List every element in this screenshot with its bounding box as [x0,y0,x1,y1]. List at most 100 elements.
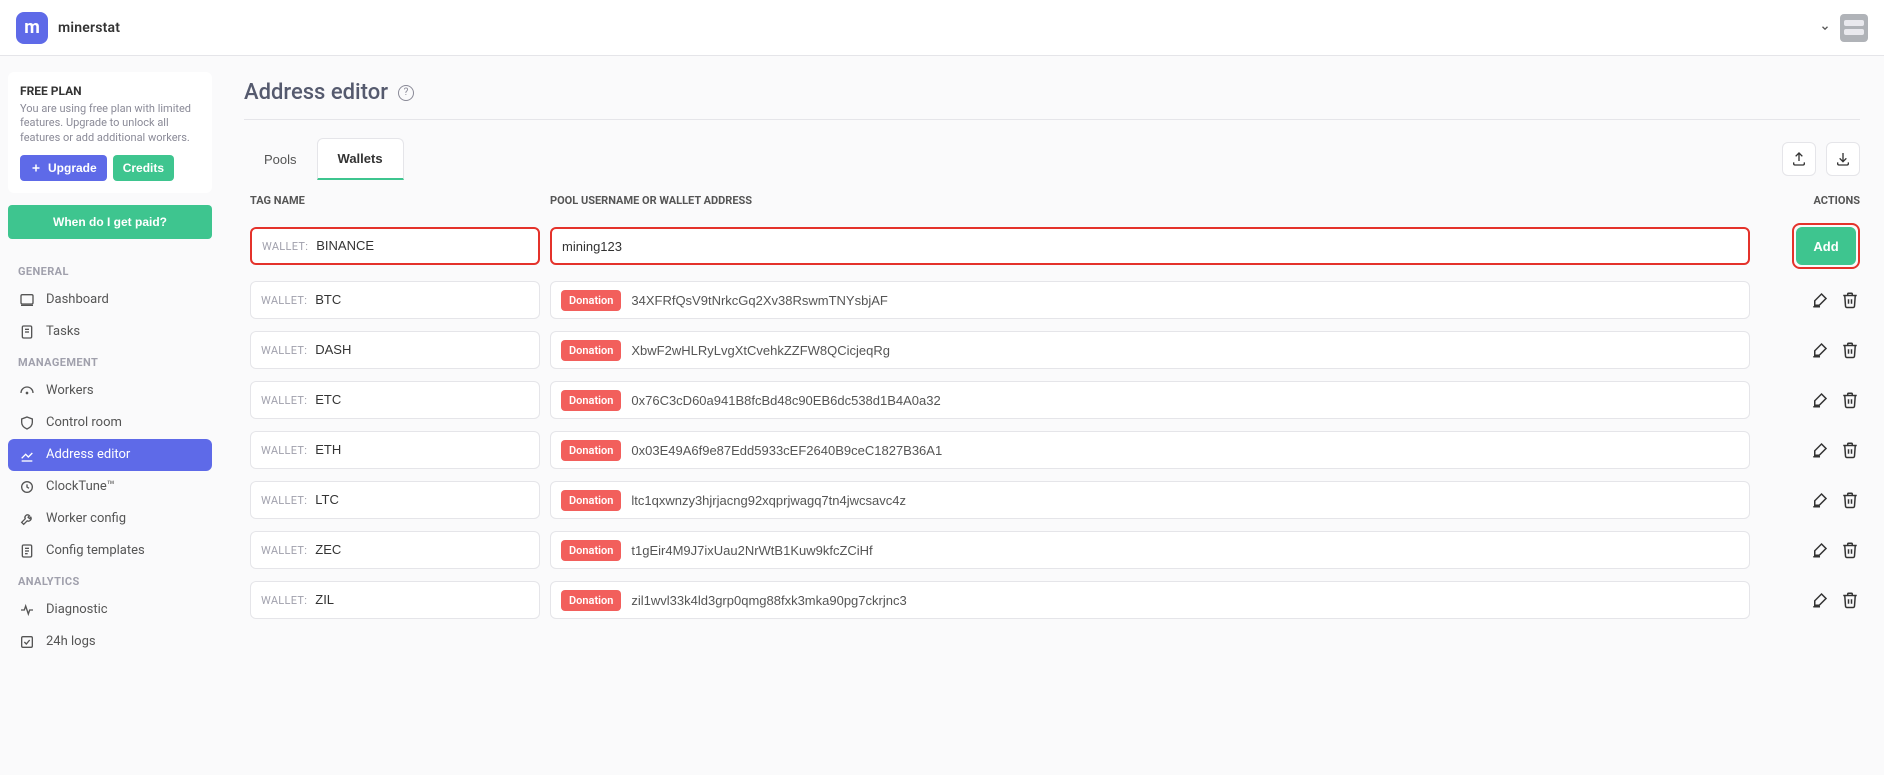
edit-button[interactable] [1810,340,1830,360]
edit-button[interactable] [1810,540,1830,560]
delete-button[interactable] [1840,590,1860,610]
plan-title: FREE PLAN [20,84,200,98]
address-input[interactable]: Donation [550,331,1750,369]
donation-badge: Donation [561,440,621,461]
delete-button[interactable] [1840,340,1860,360]
edit-button[interactable] [1810,290,1830,310]
address-input[interactable]: Donation [550,481,1750,519]
delete-button[interactable] [1840,540,1860,560]
tag-field[interactable] [315,442,529,457]
donation-badge: Donation [561,390,621,411]
nav-address-editor[interactable]: Address editor [8,439,212,471]
nav-dashboard[interactable]: Dashboard [8,284,212,316]
nav-diagnostic[interactable]: Diagnostic [8,594,212,626]
edit-button[interactable] [1810,440,1830,460]
tag-input[interactable]: WALLET: [250,481,540,519]
upgrade-button[interactable]: Upgrade [20,155,107,181]
wallet-row: WALLET: Donation [244,575,1884,625]
nav-label: Workers [46,383,94,398]
nav-section-general: GENERAL [8,257,212,284]
when-paid-label: When do I get paid? [53,215,167,229]
address-input[interactable]: Donation [550,431,1750,469]
tag-input[interactable]: WALLET: [250,431,540,469]
plus-icon [30,162,42,174]
tag-input[interactable]: WALLET: [250,581,540,619]
wallet-row: WALLET: Donation [244,325,1884,375]
tag-field[interactable] [315,342,529,357]
address-field[interactable] [631,443,1739,458]
app-menu-icon[interactable] [1840,14,1868,42]
address-field[interactable] [631,593,1739,608]
import-button[interactable] [1826,142,1860,176]
address-field[interactable] [631,493,1739,508]
tag-input[interactable]: WALLET: [250,281,540,319]
tag-prefix: WALLET: [261,394,307,407]
new-wallet-row: WALLET: Add [244,217,1884,275]
address-input[interactable]: Donation [550,581,1750,619]
edit-button[interactable] [1810,490,1830,510]
nav-section-analytics: ANALYTICS [8,567,212,594]
app-header: m minerstat [0,0,1884,56]
tabs: Pools Wallets [244,138,404,180]
nav-workers[interactable]: Workers [8,375,212,407]
upload-icon [1791,151,1807,167]
logo[interactable]: m minerstat [16,12,120,44]
tag-input[interactable]: WALLET: [250,531,540,569]
address-input[interactable]: Donation [550,531,1750,569]
delete-button[interactable] [1840,290,1860,310]
new-address-field[interactable] [562,239,1738,254]
credits-button[interactable]: Credits [113,155,174,181]
plan-description: You are using free plan with limited fea… [20,102,200,145]
edit-button[interactable] [1810,390,1830,410]
tag-prefix: WALLET: [261,544,307,557]
nav-label: Control room [46,415,122,430]
nav-control-room[interactable]: Control room [8,407,212,439]
address-field[interactable] [631,543,1739,558]
new-tag-input[interactable]: WALLET: [250,227,540,265]
row-actions [1760,540,1860,560]
chevron-down-icon[interactable] [1820,23,1830,33]
delete-button[interactable] [1840,390,1860,410]
upgrade-label: Upgrade [48,161,97,175]
edit-button[interactable] [1810,590,1830,610]
address-field[interactable] [631,343,1739,358]
tag-field[interactable] [315,542,529,557]
tag-input[interactable]: WALLET: [250,331,540,369]
page-title: Address editor [244,80,388,105]
wallet-row: WALLET: Donation [244,525,1884,575]
when-paid-button[interactable]: When do I get paid? [8,205,212,239]
tab-wallets[interactable]: Wallets [317,138,404,180]
donation-badge: Donation [561,590,621,611]
nav-label: Dashboard [46,292,109,307]
address-input[interactable]: Donation [550,381,1750,419]
tag-field[interactable] [315,392,529,407]
logs-icon [18,633,36,651]
tag-input[interactable]: WALLET: [250,381,540,419]
nav-clocktune[interactable]: ClockTune™ [8,471,212,503]
nav-label: Diagnostic [46,602,108,617]
workers-icon [18,382,36,400]
tag-field[interactable] [315,592,529,607]
export-button[interactable] [1782,142,1816,176]
new-address-input[interactable] [550,227,1750,265]
tag-field[interactable] [315,492,529,507]
donation-badge: Donation [561,540,621,561]
address-input[interactable]: Donation [550,281,1750,319]
nav-worker-config[interactable]: Worker config [8,503,212,535]
nav-section-management: MANAGEMENT [8,348,212,375]
address-field[interactable] [631,393,1739,408]
help-icon[interactable]: ? [398,85,414,101]
nav-config-templates[interactable]: Config templates [8,535,212,567]
add-button[interactable]: Add [1796,227,1856,265]
address-field[interactable] [631,293,1739,308]
delete-button[interactable] [1840,490,1860,510]
logo-icon: m [16,12,48,44]
delete-button[interactable] [1840,440,1860,460]
tab-pools[interactable]: Pools [244,138,317,180]
nav-logs[interactable]: 24h logs [8,626,212,658]
new-tag-field[interactable] [316,238,528,253]
tag-field[interactable] [315,292,529,307]
nav-tasks[interactable]: Tasks [8,316,212,348]
wallet-row: WALLET: Donation [244,475,1884,525]
shield-icon [18,414,36,432]
